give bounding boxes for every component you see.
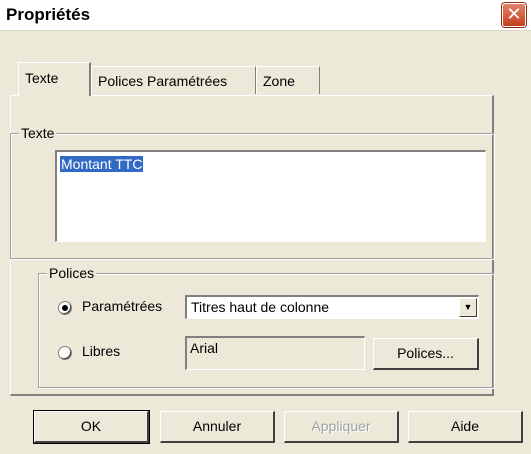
polices-group-legend: Polices [47,265,97,281]
ok-button-label: OK [80,418,102,434]
texte-value: Montant TTC [60,156,144,172]
tab-polices-parametrees[interactable]: Polices Paramétrées [91,66,256,94]
apply-button[interactable]: Appliquer [284,411,399,443]
polices-button[interactable]: Polices... [373,338,479,370]
apply-button-label: Appliquer [311,418,371,434]
help-button-label: Aide [450,418,480,434]
polices-button-label: Polices... [397,345,454,361]
radio-parametrees-label[interactable]: Paramétrées [82,298,162,314]
parametrees-select-value: Titres haut de colonne [191,299,330,315]
radio-parametrees[interactable] [58,301,72,315]
polices-groupbox: Polices [38,265,494,388]
tab-label: Zone [263,73,295,89]
radio-libres[interactable] [58,346,72,360]
texte-textarea[interactable]: Montant TTC [55,150,486,242]
help-button[interactable]: Aide [408,411,523,443]
texte-group-legend: Texte [19,125,57,141]
tab-texte[interactable]: Texte [18,62,91,96]
cancel-button-label: Annuler [192,418,242,434]
close-icon: ✕ [506,4,522,25]
chevron-down-icon[interactable]: ▼ [459,298,477,317]
tab-zone[interactable]: Zone [256,66,320,94]
title-bar: Propriétés ✕ [0,0,531,31]
ok-button[interactable]: OK [33,410,150,444]
tab-label: Polices Paramétrées [98,73,228,89]
font-name-value: Arial [190,340,219,356]
tab-label: Texte [25,70,59,86]
close-button[interactable]: ✕ [502,3,526,27]
font-name-field: Arial [185,336,365,370]
dropdown-arrow-glyph: ▼ [463,302,473,312]
window-title: Propriétés [6,5,91,24]
parametrees-select[interactable]: Titres haut de colonne ▼ [185,295,479,319]
radio-libres-label[interactable]: Libres [82,343,120,359]
cancel-button[interactable]: Annuler [160,411,275,443]
